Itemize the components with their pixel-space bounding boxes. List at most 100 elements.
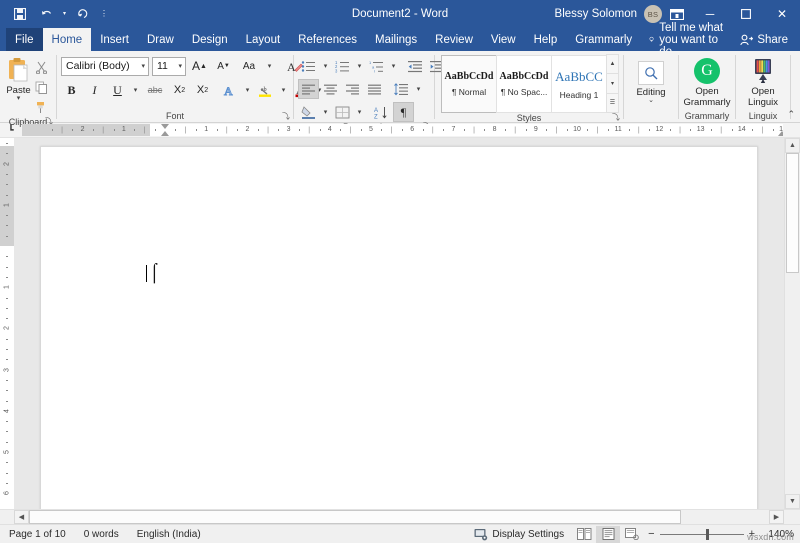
redo-icon[interactable] <box>71 3 95 25</box>
vertical-ruler[interactable]: 21123456 <box>0 138 14 509</box>
horizontal-scrollbar[interactable]: ◀ ▶ <box>0 509 800 524</box>
undo-dropdown-icon[interactable]: ▾ <box>60 3 69 25</box>
decrease-indent-button[interactable] <box>405 56 426 76</box>
align-right-button[interactable] <box>342 79 363 99</box>
zoom-slider-thumb[interactable] <box>706 529 709 540</box>
show-formatting-marks-button[interactable]: ¶ <box>393 102 414 122</box>
align-left-button[interactable] <box>298 79 319 99</box>
styles-scroll-up-button[interactable]: ▲ <box>606 54 619 74</box>
first-line-indent-marker[interactable] <box>161 124 169 129</box>
share-button[interactable]: Share <box>732 28 800 51</box>
tab-home[interactable]: Home <box>43 28 92 51</box>
tab-file[interactable]: File <box>6 28 43 51</box>
word-count-status[interactable]: 0 words <box>75 529 128 540</box>
undo-icon[interactable] <box>34 3 58 25</box>
line-spacing-chevron-down-icon[interactable]: ▾ <box>413 79 424 99</box>
tab-review[interactable]: Review <box>426 28 482 51</box>
paste-button[interactable]: Paste ▾ <box>6 55 31 102</box>
cut-button[interactable] <box>31 57 52 77</box>
save-icon[interactable] <box>8 3 32 25</box>
page-canvas[interactable]: ⌠ <box>14 138 784 509</box>
bold-button[interactable]: B <box>61 80 82 100</box>
strikethrough-button[interactable]: abc <box>143 80 167 100</box>
scroll-left-button[interactable]: ◀ <box>14 510 29 524</box>
read-mode-button[interactable] <box>572 526 596 543</box>
scroll-down-button[interactable]: ▼ <box>785 494 800 509</box>
center-button[interactable] <box>320 79 341 99</box>
bullets-chevron-down-icon[interactable]: ▾ <box>320 56 331 76</box>
line-spacing-button[interactable] <box>391 79 412 99</box>
tab-layout[interactable]: Layout <box>237 28 290 51</box>
page-number-status[interactable]: Page 1 of 10 <box>0 529 75 540</box>
tab-insert[interactable]: Insert <box>91 28 138 51</box>
tell-me-search[interactable]: Tell me what you want to do <box>641 28 732 51</box>
tab-design[interactable]: Design <box>183 28 237 51</box>
vertical-scroll-thumb[interactable] <box>786 153 799 273</box>
shrink-font-button[interactable]: A▼ <box>213 56 234 76</box>
horizontal-scroll-track[interactable] <box>29 510 769 524</box>
tab-grammarly[interactable]: Grammarly <box>566 28 641 51</box>
close-button[interactable]: ✕ <box>764 0 800 28</box>
bullets-button[interactable] <box>298 56 319 76</box>
tab-references[interactable]: References <box>289 28 366 51</box>
styles-dialog-launcher[interactable]: ⤵ <box>612 114 620 122</box>
font-dialog-launcher[interactable]: ⤵ <box>282 113 290 121</box>
highlight-chevron-down-icon[interactable]: ▾ <box>278 80 289 100</box>
borders-button[interactable] <box>332 102 353 122</box>
numbering-chevron-down-icon[interactable]: ▾ <box>354 56 365 76</box>
maximize-button[interactable] <box>728 0 764 28</box>
tab-help[interactable]: Help <box>525 28 567 51</box>
avatar[interactable]: BS <box>644 5 662 23</box>
paste-chevron-down-icon[interactable]: ▾ <box>17 96 21 102</box>
print-layout-button[interactable] <box>596 526 620 543</box>
vertical-scrollbar[interactable]: ▲ ▼ <box>784 138 800 509</box>
display-settings-button[interactable]: Display Settings <box>466 528 572 541</box>
multilevel-list-chevron-down-icon[interactable]: ▾ <box>388 56 399 76</box>
sort-button[interactable]: AZ <box>371 102 392 122</box>
account-name[interactable]: Blessy Solomon <box>555 8 644 20</box>
change-case-button[interactable]: Aa <box>237 56 261 76</box>
styles-more-button[interactable]: ☰ <box>606 93 619 113</box>
tab-mailings[interactable]: Mailings <box>366 28 426 51</box>
web-layout-button[interactable] <box>620 526 644 543</box>
language-status[interactable]: English (India) <box>128 529 210 540</box>
zoom-slider-track[interactable] <box>660 534 744 535</box>
scroll-up-button[interactable]: ▲ <box>785 138 800 153</box>
style-item-no-spacing[interactable]: AaBbCcDd ¶ No Spac... <box>496 55 552 113</box>
horizontal-scroll-thumb[interactable] <box>29 510 681 524</box>
customize-qat-icon[interactable]: ⋮ <box>97 3 111 25</box>
style-item-normal[interactable]: AaBbCcDd ¶ Normal <box>441 55 497 113</box>
scroll-right-button[interactable]: ▶ <box>769 510 784 524</box>
tab-draw[interactable]: Draw <box>138 28 183 51</box>
vertical-scroll-track[interactable] <box>785 153 800 494</box>
shading-button[interactable] <box>298 102 319 122</box>
left-indent-marker[interactable] <box>161 131 169 136</box>
font-name-combobox[interactable]: Calibri (Body) ▾ <box>61 57 149 76</box>
text-effects-button[interactable]: A <box>219 80 240 100</box>
copy-button[interactable] <box>31 77 52 97</box>
document-page[interactable]: ⌠ <box>40 146 758 509</box>
font-size-combobox[interactable]: 11 ▾ <box>152 57 186 76</box>
numbering-button[interactable]: 123 <box>332 56 353 76</box>
zoom-out-button[interactable]: − <box>648 528 654 540</box>
borders-chevron-down-icon[interactable]: ▾ <box>354 102 365 122</box>
horizontal-ruler[interactable]: 21123456789101112131415|||||||||||||||||… <box>22 124 783 136</box>
underline-chevron-down-icon[interactable]: ▾ <box>130 80 141 100</box>
italic-button[interactable]: I <box>84 80 105 100</box>
format-painter-button[interactable] <box>31 97 52 117</box>
styles-scroll-down-button[interactable]: ▾ <box>606 73 619 93</box>
editing-chevron-down-icon[interactable]: ⌄ <box>648 98 654 104</box>
subscript-button[interactable]: X2 <box>169 80 190 100</box>
font-size-chevron-down-icon[interactable]: ▾ <box>174 62 182 70</box>
tab-view[interactable]: View <box>482 28 525 51</box>
grow-font-button[interactable]: A▲ <box>189 56 210 76</box>
text-effects-chevron-down-icon[interactable]: ▾ <box>242 80 253 100</box>
highlight-button[interactable]: ab <box>255 80 276 100</box>
style-item-heading-1[interactable]: AaBbCС Heading 1 <box>551 55 607 113</box>
underline-button[interactable]: U <box>107 80 128 100</box>
open-grammarly-button[interactable]: G Open Grammarly <box>683 56 731 108</box>
justify-button[interactable] <box>364 79 385 99</box>
change-case-chevron-down-icon[interactable]: ▾ <box>264 56 275 76</box>
superscript-button[interactable]: X2 <box>192 80 213 100</box>
editing-button[interactable]: Editing ⌄ <box>628 59 674 104</box>
